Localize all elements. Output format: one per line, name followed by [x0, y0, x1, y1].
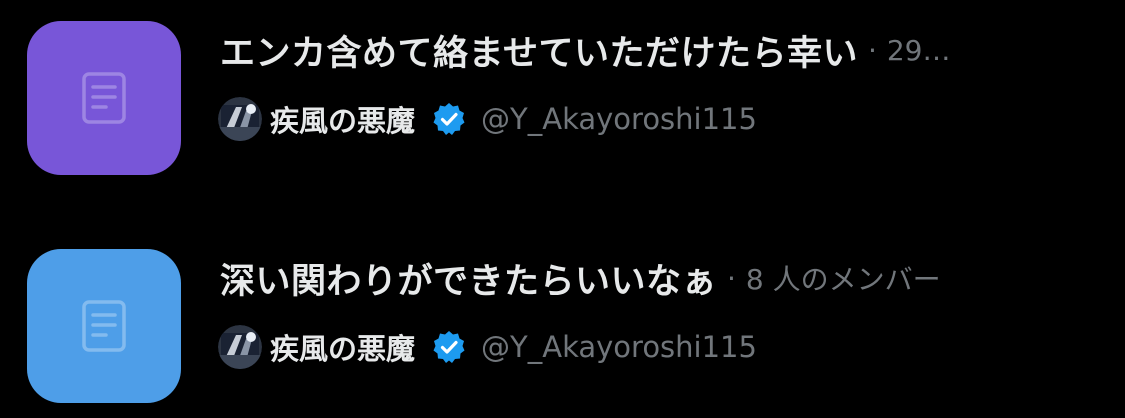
separator-dot: · — [867, 33, 877, 67]
document-icon — [82, 300, 126, 352]
list-owner[interactable]: 疾風の悪魔 @Y_Akayoroshi115 — [218, 324, 757, 370]
list-title-line: 深い関わりができたらいいなぁ · 8 人のメンバー — [220, 254, 941, 302]
avatar[interactable] — [218, 325, 262, 369]
list-title[interactable]: 深い関わりができたらいいなぁ — [220, 253, 717, 304]
document-icon — [82, 72, 126, 124]
avatar[interactable] — [218, 97, 262, 141]
verified-badge-icon — [433, 103, 465, 135]
owner-handle[interactable]: @Y_Akayoroshi115 — [481, 330, 757, 364]
verified-badge-icon — [433, 331, 465, 363]
list-tile[interactable] — [27, 249, 181, 403]
list-item[interactable]: エンカ含めて絡ませていただけたら幸い · 29… 疾風の悪魔 @Y_Akayor… — [0, 18, 1125, 178]
owner-name[interactable]: 疾風の悪魔 — [270, 326, 415, 368]
owner-name[interactable]: 疾風の悪魔 — [270, 98, 415, 140]
list-meta: 29… — [886, 33, 951, 67]
list-owner[interactable]: 疾風の悪魔 @Y_Akayoroshi115 — [218, 96, 757, 142]
separator-dot: · — [727, 261, 736, 295]
list-tile[interactable] — [27, 21, 181, 175]
list-item[interactable]: 深い関わりができたらいいなぁ · 8 人のメンバー 疾風の悪魔 @Y_Akayo… — [0, 246, 1125, 406]
list-collection: エンカ含めて絡ませていただけたら幸い · 29… 疾風の悪魔 @Y_Akayor… — [0, 0, 1125, 418]
owner-handle[interactable]: @Y_Akayoroshi115 — [481, 102, 757, 136]
list-title[interactable]: エンカ含めて絡ませていただけたら幸い — [220, 25, 858, 76]
list-title-line: エンカ含めて絡ませていただけたら幸い · 29… — [220, 26, 951, 74]
list-member-count: 8 人のメンバー — [745, 263, 941, 296]
